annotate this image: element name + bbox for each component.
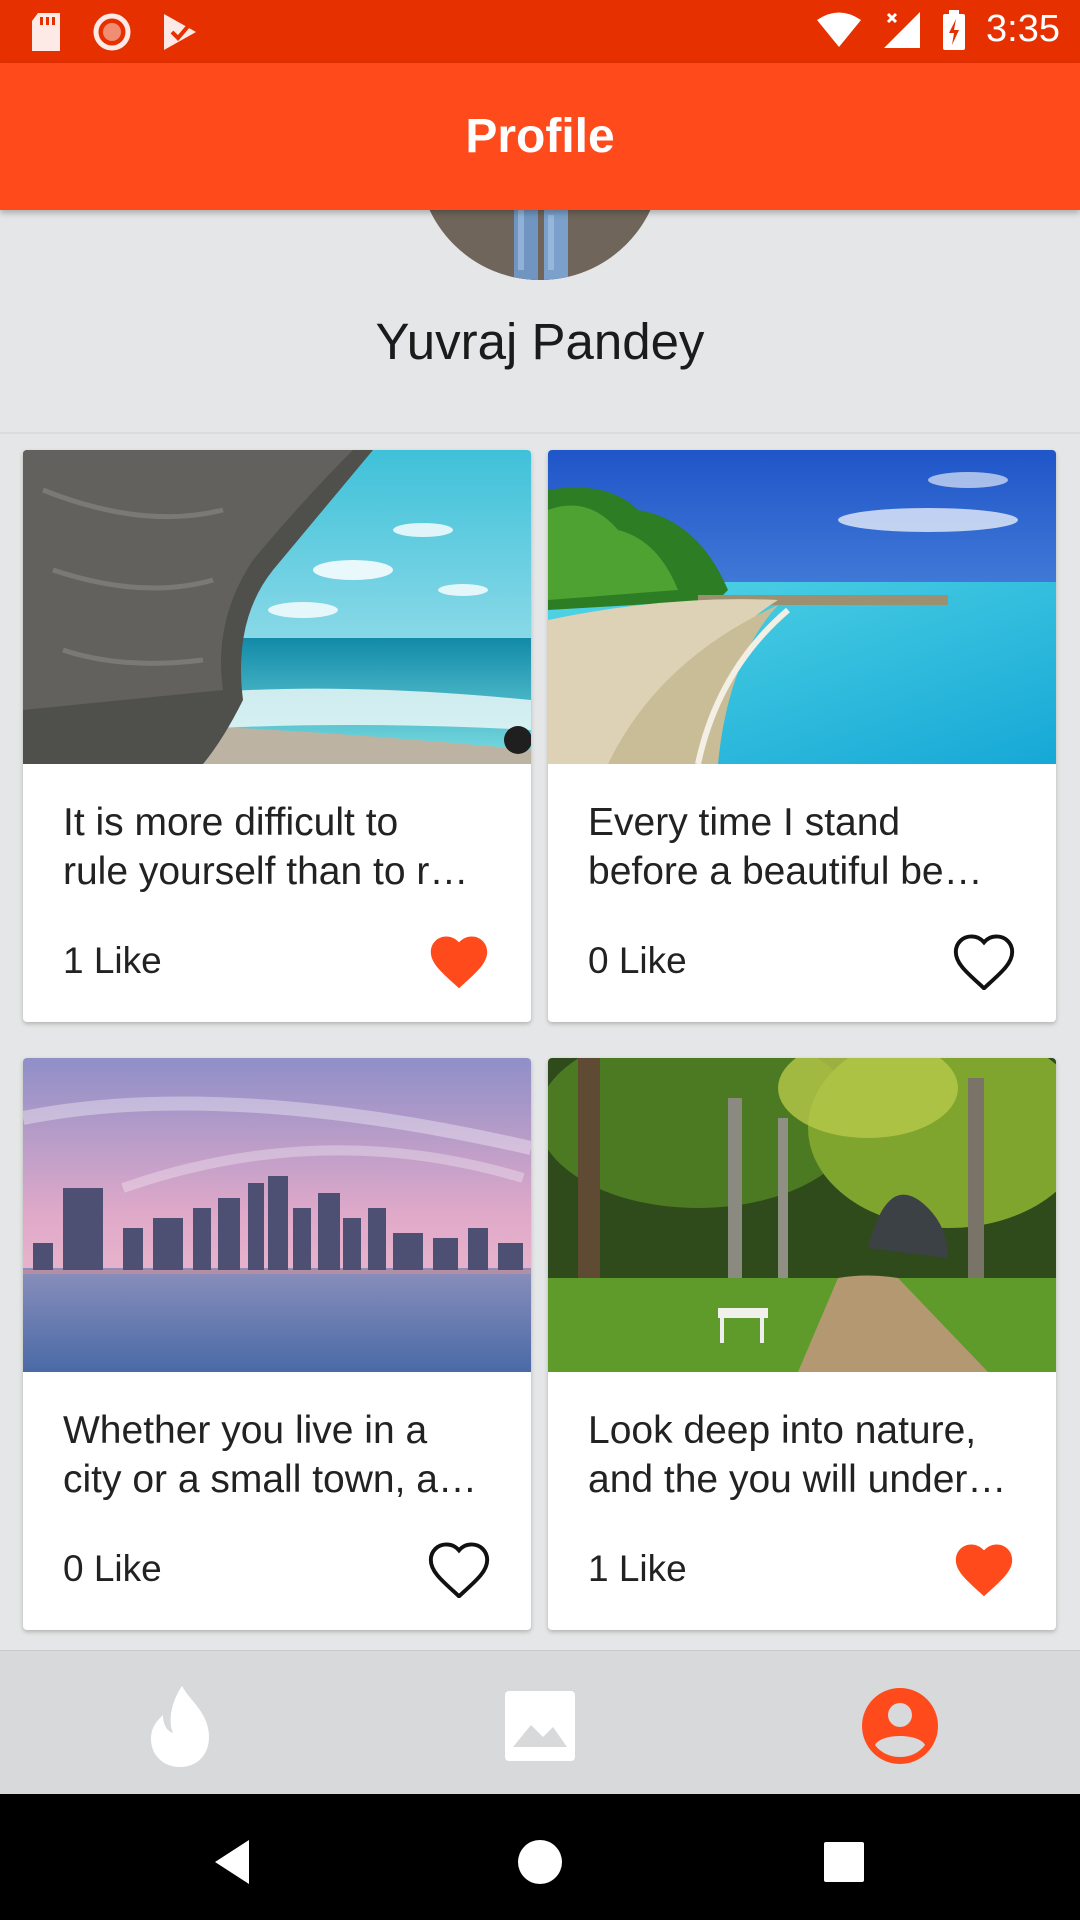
heart-filled-icon[interactable] bbox=[425, 928, 493, 990]
like-count: 1 Like bbox=[63, 940, 162, 981]
nav-item-gallery[interactable] bbox=[495, 1681, 585, 1771]
post-image[interactable] bbox=[548, 1058, 1056, 1372]
tropical-beach-image bbox=[548, 450, 1056, 764]
wifi-icon bbox=[817, 12, 862, 47]
status-right-icons: 3:35 bbox=[816, 8, 1060, 51]
heart-outline-icon[interactable] bbox=[425, 1536, 493, 1598]
forest-path-image bbox=[548, 1058, 1056, 1372]
heart-filled-icon[interactable] bbox=[950, 1536, 1018, 1598]
profile-divider bbox=[0, 432, 1080, 434]
like-count: 0 Like bbox=[588, 940, 687, 981]
heart-outline-icon[interactable] bbox=[950, 928, 1018, 990]
post-image[interactable] bbox=[23, 450, 531, 764]
back-icon[interactable] bbox=[205, 1832, 265, 1892]
status-left-icons bbox=[30, 12, 198, 52]
post-image[interactable] bbox=[23, 1058, 531, 1372]
bottom-navigation bbox=[0, 1650, 1080, 1795]
post-caption: It is more difficult to rule yourself th… bbox=[63, 798, 503, 896]
play-store-icon bbox=[164, 14, 196, 50]
sd-card-icon bbox=[32, 13, 60, 51]
post-caption-line: Every time I stand bbox=[588, 801, 901, 844]
like-count: 1 Like bbox=[588, 1548, 687, 1589]
account-circle-icon bbox=[862, 1688, 938, 1764]
app-bar: Profile bbox=[0, 63, 1080, 210]
nav-item-profile[interactable] bbox=[855, 1681, 945, 1771]
profile-name: Yuvraj Pandey bbox=[375, 313, 705, 370]
page-title: Profile bbox=[465, 110, 615, 163]
post-caption-line: It is more difficult to bbox=[63, 801, 399, 844]
post-caption: Whether you live in a city or a small to… bbox=[63, 1406, 503, 1504]
post-card[interactable]: Whether you live in a city or a small to… bbox=[23, 1058, 531, 1630]
record-icon bbox=[93, 13, 131, 51]
flame-icon bbox=[151, 1686, 209, 1767]
home-icon[interactable] bbox=[510, 1832, 570, 1892]
post-caption-line: before a beautiful be… bbox=[588, 850, 983, 893]
post-card[interactable]: Every time I stand before a beautiful be… bbox=[548, 450, 1056, 1022]
post-caption-line: city or a small town, a… bbox=[63, 1458, 477, 1501]
like-count: 0 Like bbox=[63, 1548, 162, 1589]
city-skyline-image bbox=[23, 1058, 531, 1372]
nav-item-feed[interactable] bbox=[135, 1681, 225, 1771]
post-caption-line: and the you will under… bbox=[588, 1458, 1007, 1501]
status-time: 3:35 bbox=[986, 8, 1060, 50]
post-caption-line: Look deep into nature, bbox=[588, 1409, 977, 1452]
battery-charging-icon bbox=[943, 9, 966, 50]
status-bar: 3:35 bbox=[0, 0, 1080, 63]
signal-icon bbox=[884, 11, 921, 48]
post-image[interactable] bbox=[548, 450, 1056, 764]
system-navigation-bar bbox=[0, 1794, 1080, 1920]
recents-icon[interactable] bbox=[814, 1832, 874, 1892]
sea-cave-beach-image bbox=[23, 450, 531, 764]
post-caption: Look deep into nature, and the you will … bbox=[588, 1406, 1028, 1504]
image-icon bbox=[505, 1691, 575, 1761]
post-card[interactable]: It is more difficult to rule yourself th… bbox=[23, 450, 531, 1022]
post-caption-line: rule yourself than to r… bbox=[63, 850, 469, 893]
post-caption: Every time I stand before a beautiful be… bbox=[588, 798, 1028, 896]
post-card[interactable]: Look deep into nature, and the you will … bbox=[548, 1058, 1056, 1630]
post-caption-line: Whether you live in a bbox=[63, 1409, 428, 1452]
